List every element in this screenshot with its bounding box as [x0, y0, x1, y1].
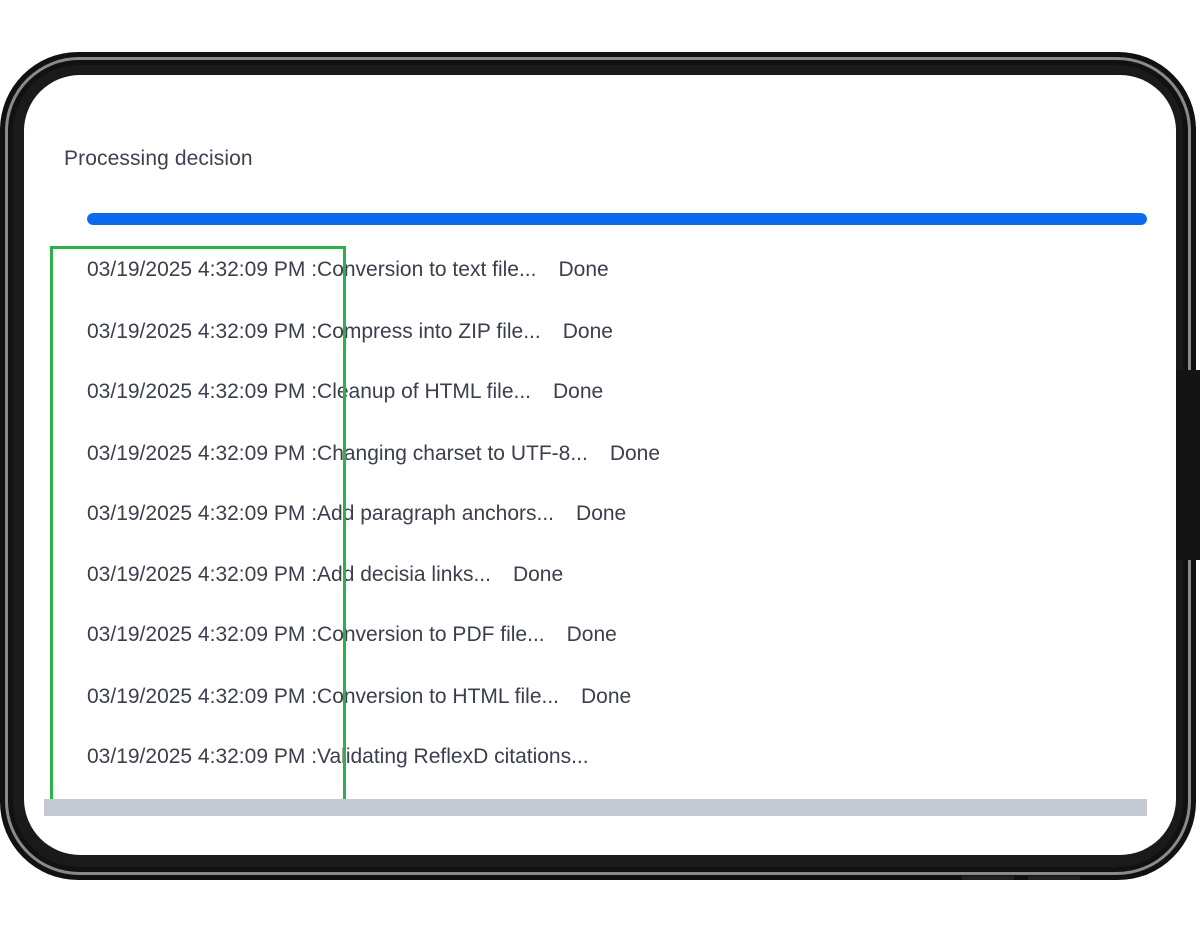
log-status: Done	[566, 623, 617, 646]
scrollbar-horizontal[interactable]	[44, 799, 1147, 816]
page-title: Processing decision	[64, 147, 253, 170]
log-message: Validating ReflexD citations...	[317, 745, 589, 768]
timestamp-highlight-box	[50, 246, 346, 803]
tablet-bottom-tab	[962, 876, 1014, 880]
log-status: Done	[512, 563, 564, 586]
log-status: Done	[609, 442, 661, 465]
log-status: Done	[562, 320, 613, 343]
log-status: Done	[581, 685, 632, 708]
log-status: Done	[553, 380, 604, 403]
log-message: Conversion to text file...	[317, 258, 537, 281]
progress-bar-fill	[87, 213, 1147, 225]
log-status: Done	[576, 502, 627, 525]
progress-bar	[87, 213, 1147, 225]
log-message: Add paragraph anchors...	[317, 502, 555, 525]
log-message: Cleanup of HTML file...	[317, 380, 532, 403]
log-message: Changing charset to UTF-8...	[317, 442, 588, 465]
log-message: Compress into ZIP file...	[317, 320, 541, 343]
tablet-bottom-tab	[1028, 876, 1080, 880]
log-message: Conversion to HTML file...	[317, 685, 560, 708]
log-message: Conversion to PDF file...	[317, 623, 545, 646]
log-status: Done	[558, 258, 609, 281]
